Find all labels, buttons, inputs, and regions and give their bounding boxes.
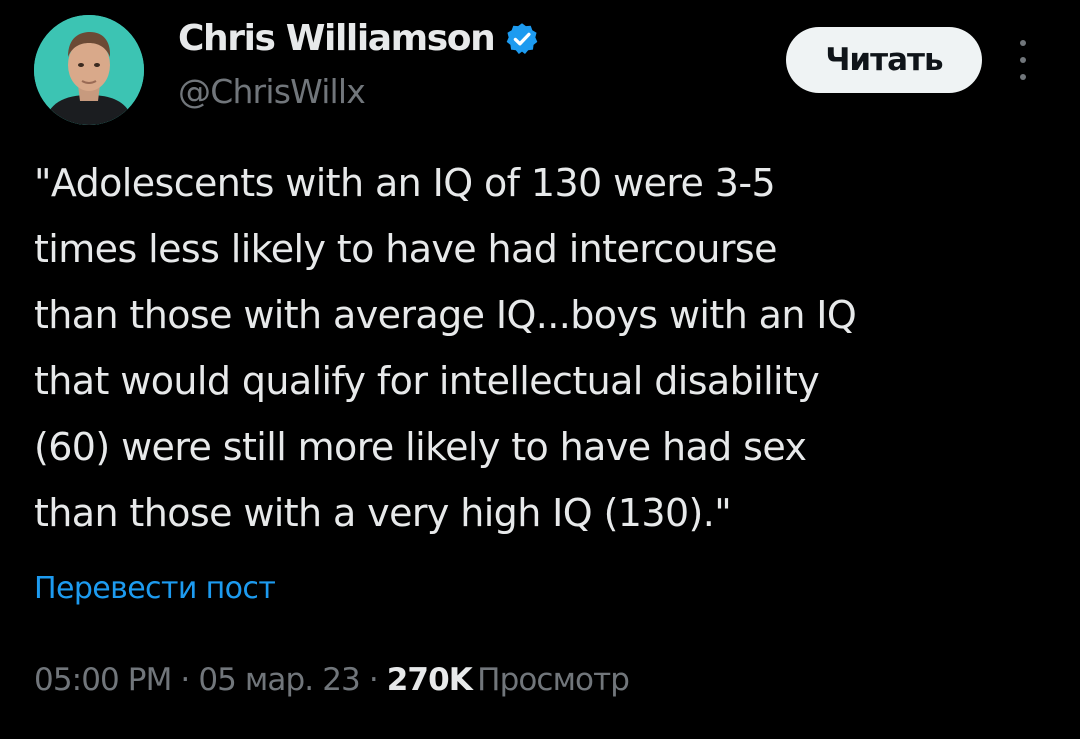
views-count: 270K bbox=[386, 662, 478, 698]
tweet-time[interactable]: 05:00 PM bbox=[34, 662, 172, 698]
tweet-text-line: times less likely to have had intercours… bbox=[34, 227, 777, 271]
more-dot bbox=[1020, 74, 1026, 80]
meta-separator: · bbox=[368, 662, 387, 698]
avatar[interactable] bbox=[34, 15, 144, 125]
author-display-name[interactable]: Chris Williamson bbox=[178, 18, 496, 59]
tweet-text-line: that would qualify for intellectual disa… bbox=[34, 359, 820, 403]
views-label: Просмотр bbox=[477, 662, 630, 698]
person-photo-icon bbox=[34, 15, 144, 125]
more-dot bbox=[1020, 57, 1026, 63]
more-dot bbox=[1020, 40, 1026, 46]
meta-separator: · bbox=[180, 662, 199, 698]
more-vertical-icon[interactable] bbox=[1008, 40, 1038, 80]
tweet-text-line: than those with a very high IQ (130)." bbox=[34, 491, 732, 535]
tweet-text: "Adolescents with an IQ of 130 were 3-5 … bbox=[34, 150, 1064, 546]
translate-post-link[interactable]: Перевести пост bbox=[34, 571, 276, 606]
tweet-text-line: than those with average IQ...boys with a… bbox=[34, 293, 857, 337]
tweet-date[interactable]: 05 мар. 23 bbox=[198, 662, 360, 698]
follow-button[interactable]: Читать bbox=[786, 27, 982, 93]
author-name-row[interactable]: Chris Williamson bbox=[178, 18, 540, 59]
author-handle[interactable]: @ChrisWillx bbox=[178, 72, 366, 111]
tweet-text-line: (60) were still more likely to have had … bbox=[34, 425, 807, 469]
verified-badge-icon[interactable] bbox=[504, 21, 540, 57]
tweet-text-line: "Adolescents with an IQ of 130 were 3-5 bbox=[34, 161, 776, 205]
tweet-meta: 05:00 PM · 05 мар. 23 · 270K Просмотр bbox=[34, 662, 630, 698]
